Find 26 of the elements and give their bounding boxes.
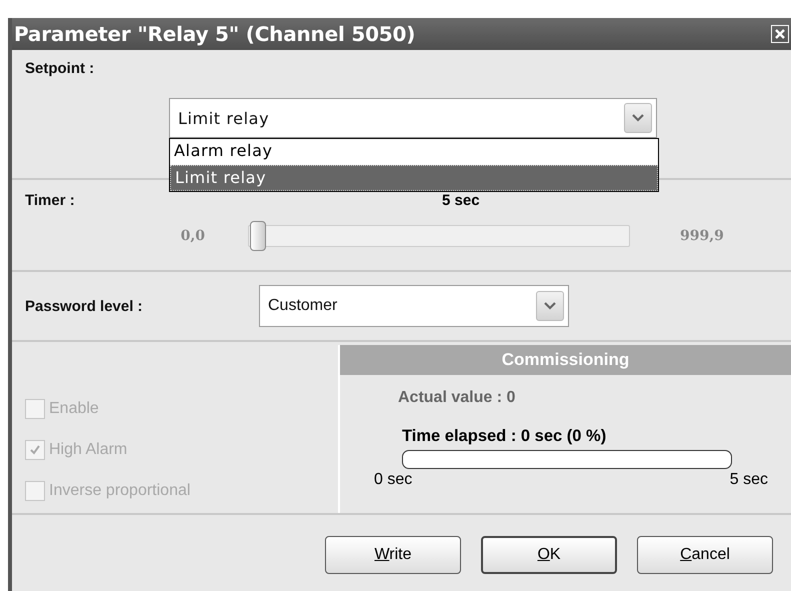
dropdown-option[interactable]: Alarm relay: [170, 139, 658, 165]
time-elapsed-text: Time elapsed : 0 sec (0 %): [402, 427, 608, 446]
timer-label: Timer :: [25, 192, 76, 209]
timer-reading: 5 sec: [442, 192, 480, 209]
check-icon: [28, 442, 42, 456]
dialog-button[interactable]: Write: [325, 536, 461, 574]
checkbox-label: High Alarm: [49, 440, 128, 458]
password-level-label: Password level :: [25, 298, 144, 314]
setpoint-dropdown[interactable]: Limit relay: [169, 98, 657, 138]
dropdown-option[interactable]: Limit relay: [170, 165, 658, 191]
timer-slider[interactable]: [248, 221, 630, 251]
setpoint-label: Setpoint :: [25, 60, 96, 77]
actual-value-text: Actual value : 0: [398, 389, 516, 407]
password-level-dropdown[interactable]: Customer: [259, 285, 569, 327]
window-title: Parameter "Relay 5" (Channel 5050): [14, 22, 416, 46]
checkbox-label: Inverse proportional: [49, 482, 190, 500]
progress-end-label: 5 sec: [730, 471, 768, 489]
slider-min-label: 0,0: [180, 228, 205, 244]
checkbox-label: Enable: [49, 400, 99, 418]
slider-thumb[interactable]: [250, 221, 266, 251]
dialog-button[interactable]: OK: [481, 536, 617, 574]
panel-header: Commissioning: [340, 345, 791, 375]
progress-start-label: 0 sec: [374, 471, 412, 489]
close-icon[interactable]: [771, 25, 789, 43]
slider-max-label: 999,9: [680, 228, 725, 244]
dialog-button[interactable]: Cancel: [637, 536, 773, 574]
